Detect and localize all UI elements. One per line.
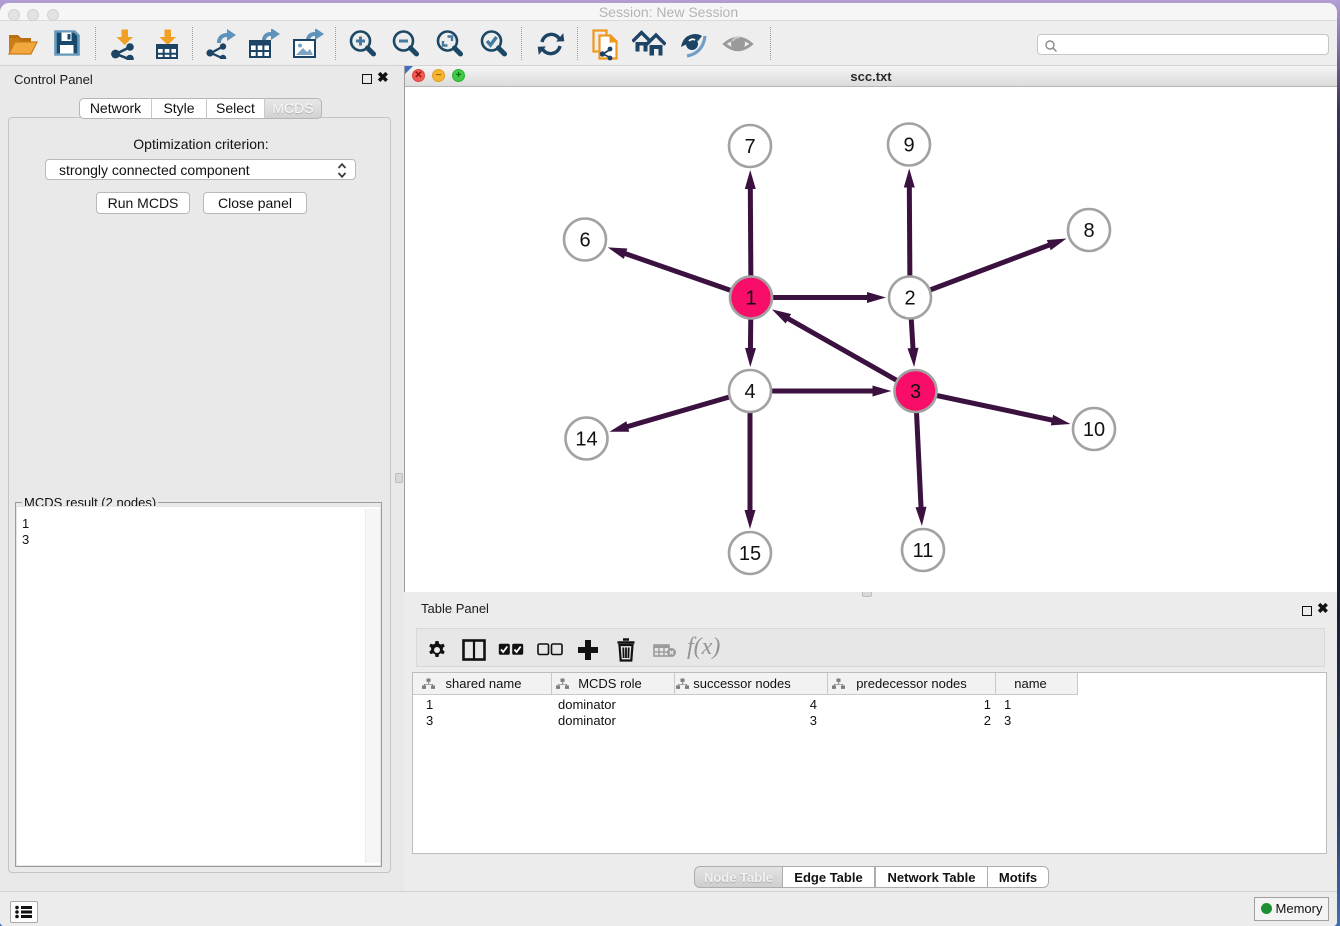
svg-text:11: 11 <box>913 540 934 562</box>
svg-text:4: 4 <box>744 381 755 403</box>
svg-text:8: 8 <box>1083 220 1094 242</box>
svg-text:9: 9 <box>903 135 914 157</box>
svg-text:15: 15 <box>739 543 761 565</box>
svg-text:7: 7 <box>744 136 755 158</box>
svg-text:1: 1 <box>745 288 756 310</box>
svg-text:3: 3 <box>910 381 921 403</box>
svg-text:6: 6 <box>579 230 590 252</box>
svg-text:14: 14 <box>575 429 597 451</box>
svg-text:10: 10 <box>1083 419 1105 441</box>
svg-text:2: 2 <box>904 288 915 310</box>
